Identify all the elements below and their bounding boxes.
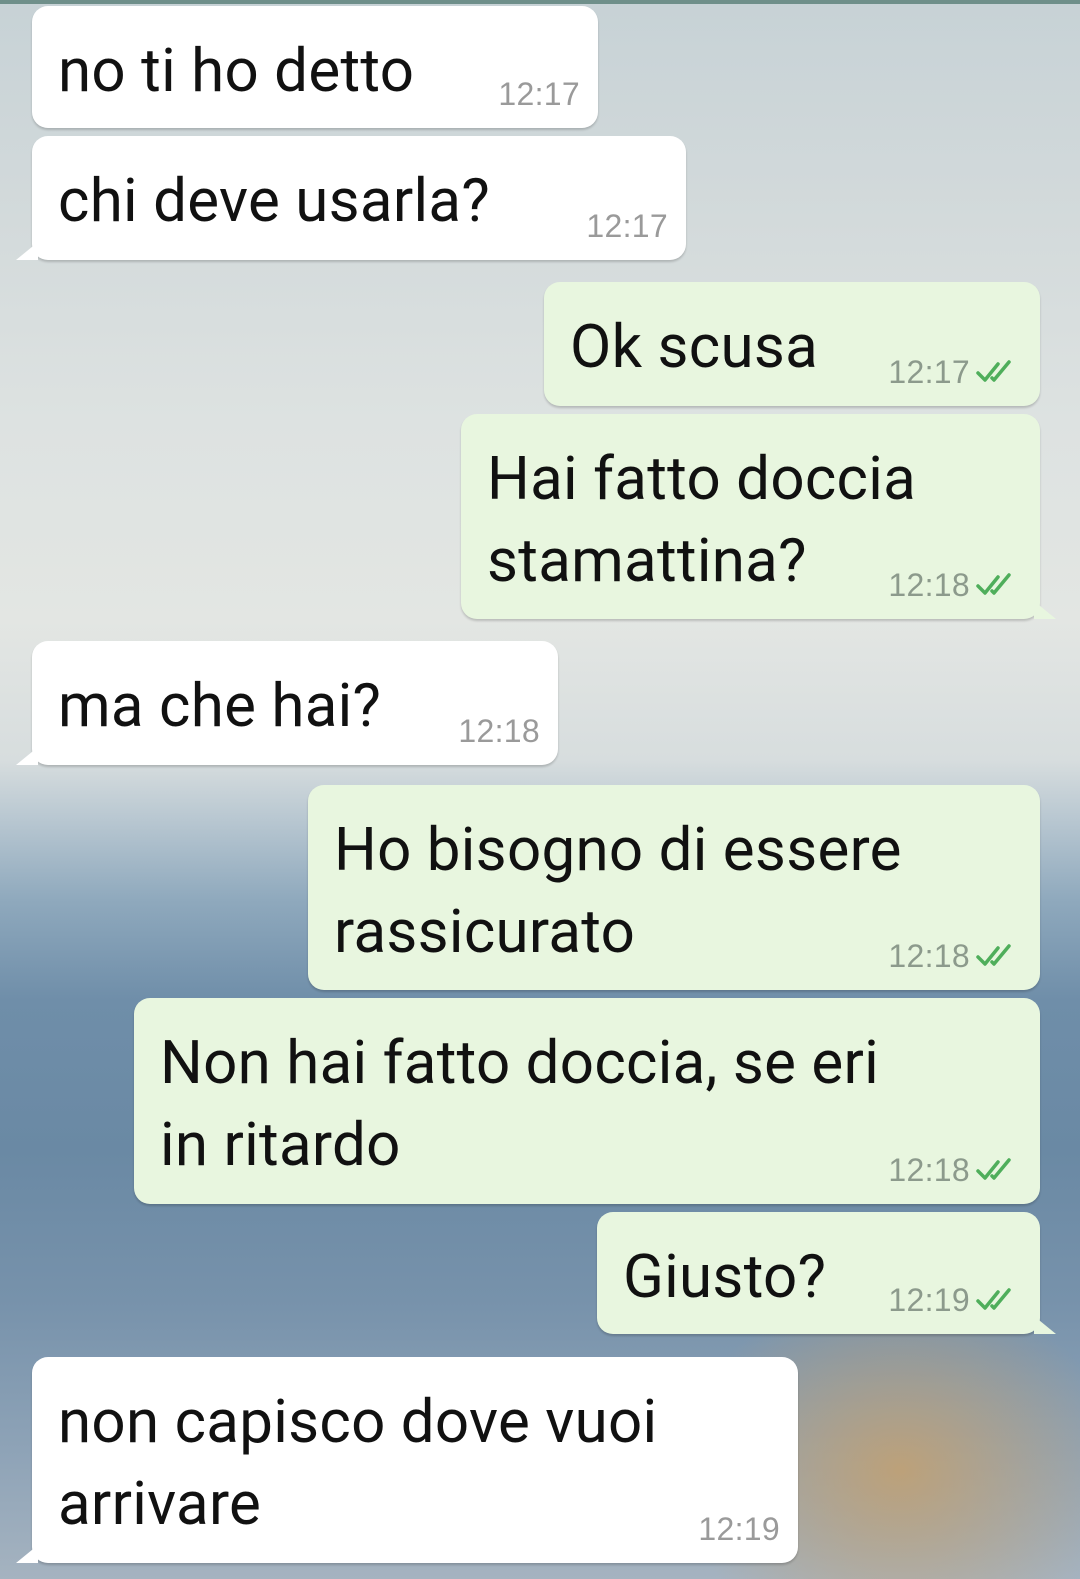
double-check-icon [976,573,1011,595]
message-text: Non hai fatto doccia, se eri in ritardo [160,1027,880,1180]
message-bubble-outgoing[interactable]: Giusto? 12:19 [597,1212,1056,1334]
message-time: 12:19 [698,1511,780,1547]
message-meta: 12:17 [586,206,668,246]
message-meta: 12:17 [498,74,580,114]
message-time: 12:17 [498,76,580,112]
message-text: Giusto? [623,1241,827,1312]
message-meta: 12:17 [888,352,1022,392]
message-list[interactable]: no ti ho detto 12:17 chi deve usarla? 12… [0,0,1080,1579]
message-meta: 12:18 [888,1150,1022,1190]
message-text: no ti ho detto [58,35,415,106]
message-text: Ho bisogno di essere rassicurato [334,814,902,967]
message-bubble-incoming[interactable]: ma che hai? 12:18 [16,641,558,765]
message-bubble-outgoing[interactable]: Ho bisogno di essere rassicurato 12:18 [308,785,1040,990]
message-text: chi deve usarla? [58,165,490,236]
message-text: Hai fatto doccia stamattina? [487,443,917,596]
message-meta: 12:19 [698,1509,780,1549]
message-bubble-outgoing[interactable]: Ok scusa 12:17 [544,282,1040,406]
message-bubble-outgoing[interactable]: Hai fatto doccia stamattina? 12:18 [461,414,1056,619]
message-meta: 12:18 [458,711,540,751]
message-time: 12:19 [888,1282,970,1318]
message-bubble-incoming[interactable]: chi deve usarla? 12:17 [16,136,686,260]
double-check-icon [976,1158,1011,1180]
message-time: 12:18 [888,938,970,974]
message-text: ma che hai? [58,670,382,741]
message-time: 12:17 [888,354,970,390]
message-meta: 12:19 [888,1280,1022,1320]
message-bubble-outgoing[interactable]: Non hai fatto doccia, se eri in ritardo … [134,998,1040,1204]
message-time: 12:18 [888,567,970,603]
message-time: 12:18 [458,713,540,749]
double-check-icon [976,944,1011,966]
message-bubble-incoming[interactable]: no ti ho detto 12:17 [32,6,598,128]
message-text: non capisco dove vuoi arrivare [58,1386,658,1539]
message-time: 12:17 [586,208,668,244]
message-meta: 12:18 [888,565,1022,605]
message-time: 12:18 [888,1152,970,1188]
double-check-icon [976,1288,1011,1310]
double-check-icon [976,360,1011,382]
message-meta: 12:18 [888,936,1022,976]
message-text: Ok scusa [570,311,819,382]
message-bubble-incoming[interactable]: non capisco dove vuoi arrivare 12:19 [16,1357,798,1563]
